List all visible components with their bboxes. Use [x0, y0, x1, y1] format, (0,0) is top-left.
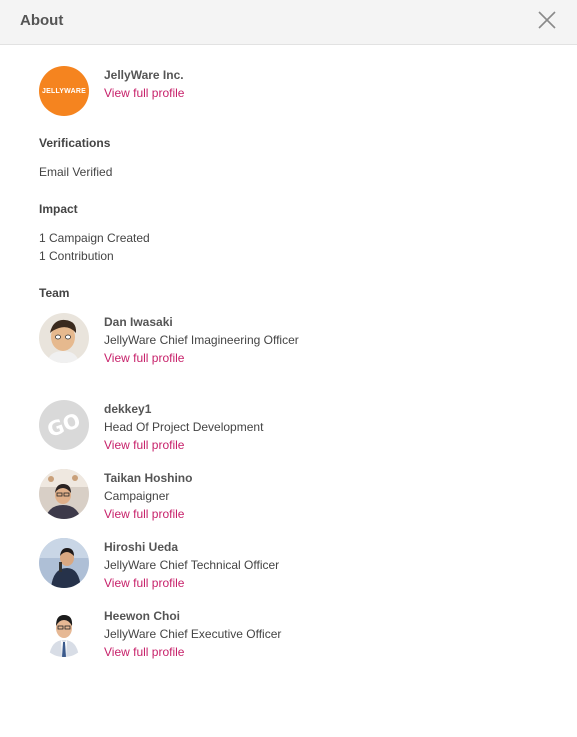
modal-title: About — [20, 12, 64, 29]
organization-profile-link[interactable]: View full profile — [104, 84, 184, 102]
avatar[interactable] — [39, 538, 89, 588]
member-role: JellyWare Chief Imagineering Officer — [104, 333, 299, 347]
organization-block: JELLYWARE JellyWare Inc. View full profi… — [39, 66, 439, 118]
member-role: JellyWare Chief Technical Officer — [104, 558, 280, 572]
organization-logo[interactable]: JELLYWARE — [39, 66, 89, 116]
avatar[interactable]: GO — [39, 400, 89, 450]
member-profile-link[interactable]: View full profile — [104, 505, 184, 523]
member-name: dekkey1 — [104, 402, 152, 416]
impact-heading: Impact — [39, 202, 78, 216]
verifications-heading: Verifications — [39, 136, 111, 150]
avatar-placeholder-text: GO — [44, 408, 84, 442]
impact-item: 1 Contribution — [39, 249, 114, 263]
modal-header: About — [0, 0, 577, 45]
impact-item: 1 Campaign Created — [39, 231, 150, 245]
member-profile-link[interactable]: View full profile — [104, 643, 184, 661]
team-heading: Team — [39, 286, 70, 300]
member-role: JellyWare Chief Executive Officer — [104, 627, 282, 641]
member-role: Head Of Project Development — [104, 420, 264, 434]
member-name: Heewon Choi — [104, 609, 181, 623]
member-role: Campaigner — [104, 489, 170, 503]
logo-text: JELLYWARE — [42, 87, 86, 95]
member-profile-link[interactable]: View full profile — [104, 436, 184, 454]
close-icon[interactable] — [535, 8, 559, 32]
member-name: Hiroshi Ueda — [104, 540, 179, 554]
avatar[interactable] — [39, 313, 89, 363]
member-profile-link[interactable]: View full profile — [104, 349, 184, 367]
verification-item: Email Verified — [39, 165, 113, 179]
member-profile-link[interactable]: View full profile — [104, 574, 184, 592]
organization-name: JellyWare Inc. — [104, 68, 184, 82]
avatar[interactable] — [39, 607, 89, 657]
member-name: Taikan Hoshino — [104, 471, 193, 485]
avatar[interactable] — [39, 469, 89, 519]
member-name: Dan Iwasaki — [104, 315, 173, 329]
